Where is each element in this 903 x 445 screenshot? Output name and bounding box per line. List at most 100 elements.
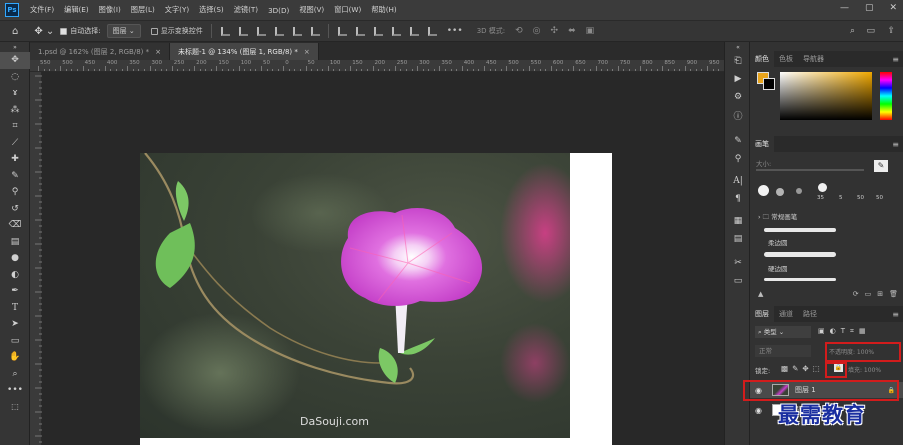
tab-layers[interactable]: 图层 (750, 306, 774, 322)
align-middle-icon[interactable] (292, 26, 302, 36)
zoom-tool-icon[interactable]: ⌕ (0, 366, 30, 383)
gradient-tool-icon[interactable]: ▤ (0, 234, 30, 251)
distribute-top-icon[interactable] (337, 26, 347, 36)
brush-item-soft-round[interactable]: 柔边圆 (768, 237, 788, 247)
menu-layer[interactable]: 图层(L) (126, 5, 160, 15)
brush-tool-icon[interactable]: ✎ (0, 168, 30, 185)
collapse-toolbar-icon[interactable]: » (0, 42, 30, 52)
tab-navigator[interactable]: 导航器 (798, 51, 829, 67)
brush-size-slider[interactable] (756, 169, 864, 171)
menu-type[interactable]: 文字(Y) (160, 5, 194, 15)
move-tool-icon[interactable]: ✥ (0, 52, 30, 69)
marquee-tool-icon[interactable]: ◌ (0, 69, 30, 86)
distribute-left-icon[interactable] (391, 26, 401, 36)
menu-view[interactable]: 视图(V) (294, 5, 329, 15)
search-icon[interactable]: ⌕ (850, 26, 855, 36)
dodge-tool-icon[interactable]: ◐ (0, 267, 30, 284)
lasso-tool-icon[interactable]: ɤ (0, 85, 30, 102)
distribute-right-icon[interactable] (427, 26, 437, 36)
clone-stamp-tool-icon[interactable]: ⚲ (0, 184, 30, 201)
tab-untitled-1[interactable]: 未标题-1 @ 134% (图层 1, RGB/8) * × (170, 43, 319, 60)
slide-3d-icon[interactable]: ⬌ (568, 26, 576, 36)
info-icon[interactable]: ⓘ (725, 106, 751, 124)
new-group-icon[interactable]: ▭ (865, 290, 872, 298)
menu-edit[interactable]: 编辑(E) (59, 5, 94, 15)
actions-play-icon[interactable]: ▶ (725, 70, 751, 88)
distribute-middle-icon[interactable] (355, 26, 365, 36)
photoshop-logo-icon[interactable]: Ps (5, 3, 19, 17)
menu-image[interactable]: 图像(I) (94, 5, 126, 15)
horizontal-ruler[interactable]: 550 500 450 400 350 300 250 200 150 100 50 0 50 100 15… (30, 60, 724, 72)
more-options-icon[interactable]: ••• (447, 26, 463, 36)
path-selection-tool-icon[interactable]: ➤ (0, 316, 30, 333)
brush-preset-35[interactable] (818, 183, 827, 192)
delete-brush-icon[interactable]: 🗑 (889, 290, 898, 298)
type-tool-icon[interactable]: T (0, 300, 30, 317)
clone-source-icon[interactable]: ⚲ (725, 150, 751, 168)
roll-3d-icon[interactable]: ◎ (533, 26, 541, 36)
edit-toolbar-icon[interactable]: ⬚ (0, 399, 30, 416)
close-window-button[interactable]: ✕ (889, 3, 897, 13)
scale-3d-icon[interactable]: ▣ (586, 26, 595, 36)
auto-select-dropdown[interactable]: 图层 ⌄ (106, 24, 141, 38)
menu-file[interactable]: 文件(F) (25, 5, 59, 15)
align-right-icon[interactable] (256, 26, 266, 36)
brush-tip-icon[interactable]: ▲ (758, 290, 763, 298)
minimize-button[interactable]: — (840, 3, 849, 13)
panel-menu-icon[interactable]: ≡ (892, 140, 899, 149)
eraser-tool-icon[interactable]: ⌫ (0, 217, 30, 234)
menu-3d[interactable]: 3D(D) (263, 6, 294, 15)
brush-group-folder[interactable]: › 🗀 常规画笔 (758, 211, 797, 224)
adjustments-icon[interactable]: ⚙ (725, 88, 751, 106)
layer-filter-icons[interactable]: ▣◐T⌗▦ (818, 327, 871, 336)
pan-3d-icon[interactable]: ✣ (551, 26, 559, 36)
align-top-icon[interactable] (274, 26, 284, 36)
align-left-icon[interactable] (220, 26, 230, 36)
align-center-icon[interactable] (238, 26, 248, 36)
libraries-icon[interactable]: ▦ (725, 212, 751, 230)
menu-filter[interactable]: 滤镜(T) (229, 5, 263, 15)
character-icon[interactable]: A| (725, 172, 751, 190)
tab-paths[interactable]: 路径 (798, 306, 822, 322)
notes-icon[interactable]: ▤ (725, 230, 751, 248)
tab-swatches[interactable]: 色板 (774, 51, 798, 67)
magic-wand-tool-icon[interactable]: ⁂ (0, 102, 30, 119)
more-tools-icon[interactable]: ••• (0, 382, 30, 399)
crop-tool-icon[interactable]: ⌗ (0, 118, 30, 135)
history-brush-tool-icon[interactable]: ↺ (0, 201, 30, 218)
orbit-3d-icon[interactable]: ⟲ (515, 26, 523, 36)
layer-1-photo[interactable]: DaSouji.com (140, 153, 570, 438)
background-color-swatch[interactable] (763, 78, 775, 90)
brush-settings-footer-icon[interactable]: ⟳ (853, 290, 859, 298)
history-icon[interactable]: ⎗ (725, 52, 751, 70)
maximize-button[interactable]: ▢ (865, 3, 874, 13)
visibility-eye-icon[interactable]: ◉ (755, 406, 767, 415)
color-picker-field[interactable] (780, 72, 872, 120)
auto-select-checkbox[interactable]: 自动选择: (60, 26, 101, 36)
show-transform-checkbox[interactable]: 显示变换控件 (150, 26, 203, 36)
brush-settings-icon[interactable]: ✎ (725, 132, 751, 150)
canvas-area[interactable]: DaSouji.com (42, 72, 724, 445)
tab-color[interactable]: 颜色 (750, 51, 774, 67)
properties-icon[interactable]: ▭ (725, 272, 751, 290)
healing-brush-tool-icon[interactable]: ✚ (0, 151, 30, 168)
tools-presets-icon[interactable]: ✂ (725, 254, 751, 272)
tab-brushes[interactable]: 画笔 (750, 136, 774, 152)
close-icon[interactable]: × (155, 48, 161, 56)
menu-select[interactable]: 选择(S) (194, 5, 229, 15)
new-brush-icon[interactable]: ✎ (874, 160, 888, 172)
brush-item-hard-round[interactable]: 硬边圆 (768, 263, 788, 273)
pen-tool-icon[interactable]: ✒ (0, 283, 30, 300)
workspace-icon[interactable]: ▭ (866, 26, 875, 36)
brush-preset-small[interactable] (796, 188, 802, 194)
panel-menu-icon[interactable]: ≡ (892, 310, 899, 319)
eyedropper-tool-icon[interactable]: ⟋ (0, 135, 30, 152)
distribute-center-icon[interactable] (409, 26, 419, 36)
paragraph-icon[interactable]: ¶ (725, 190, 751, 208)
panel-menu-icon[interactable]: ≡ (892, 55, 899, 64)
hue-slider[interactable] (880, 72, 892, 120)
share-icon[interactable]: ⇪ (887, 26, 895, 36)
lock-icons[interactable]: ▩✎✥⬚ (781, 364, 824, 373)
align-bottom-icon[interactable] (310, 26, 320, 36)
brush-preset-soft[interactable] (776, 188, 784, 196)
